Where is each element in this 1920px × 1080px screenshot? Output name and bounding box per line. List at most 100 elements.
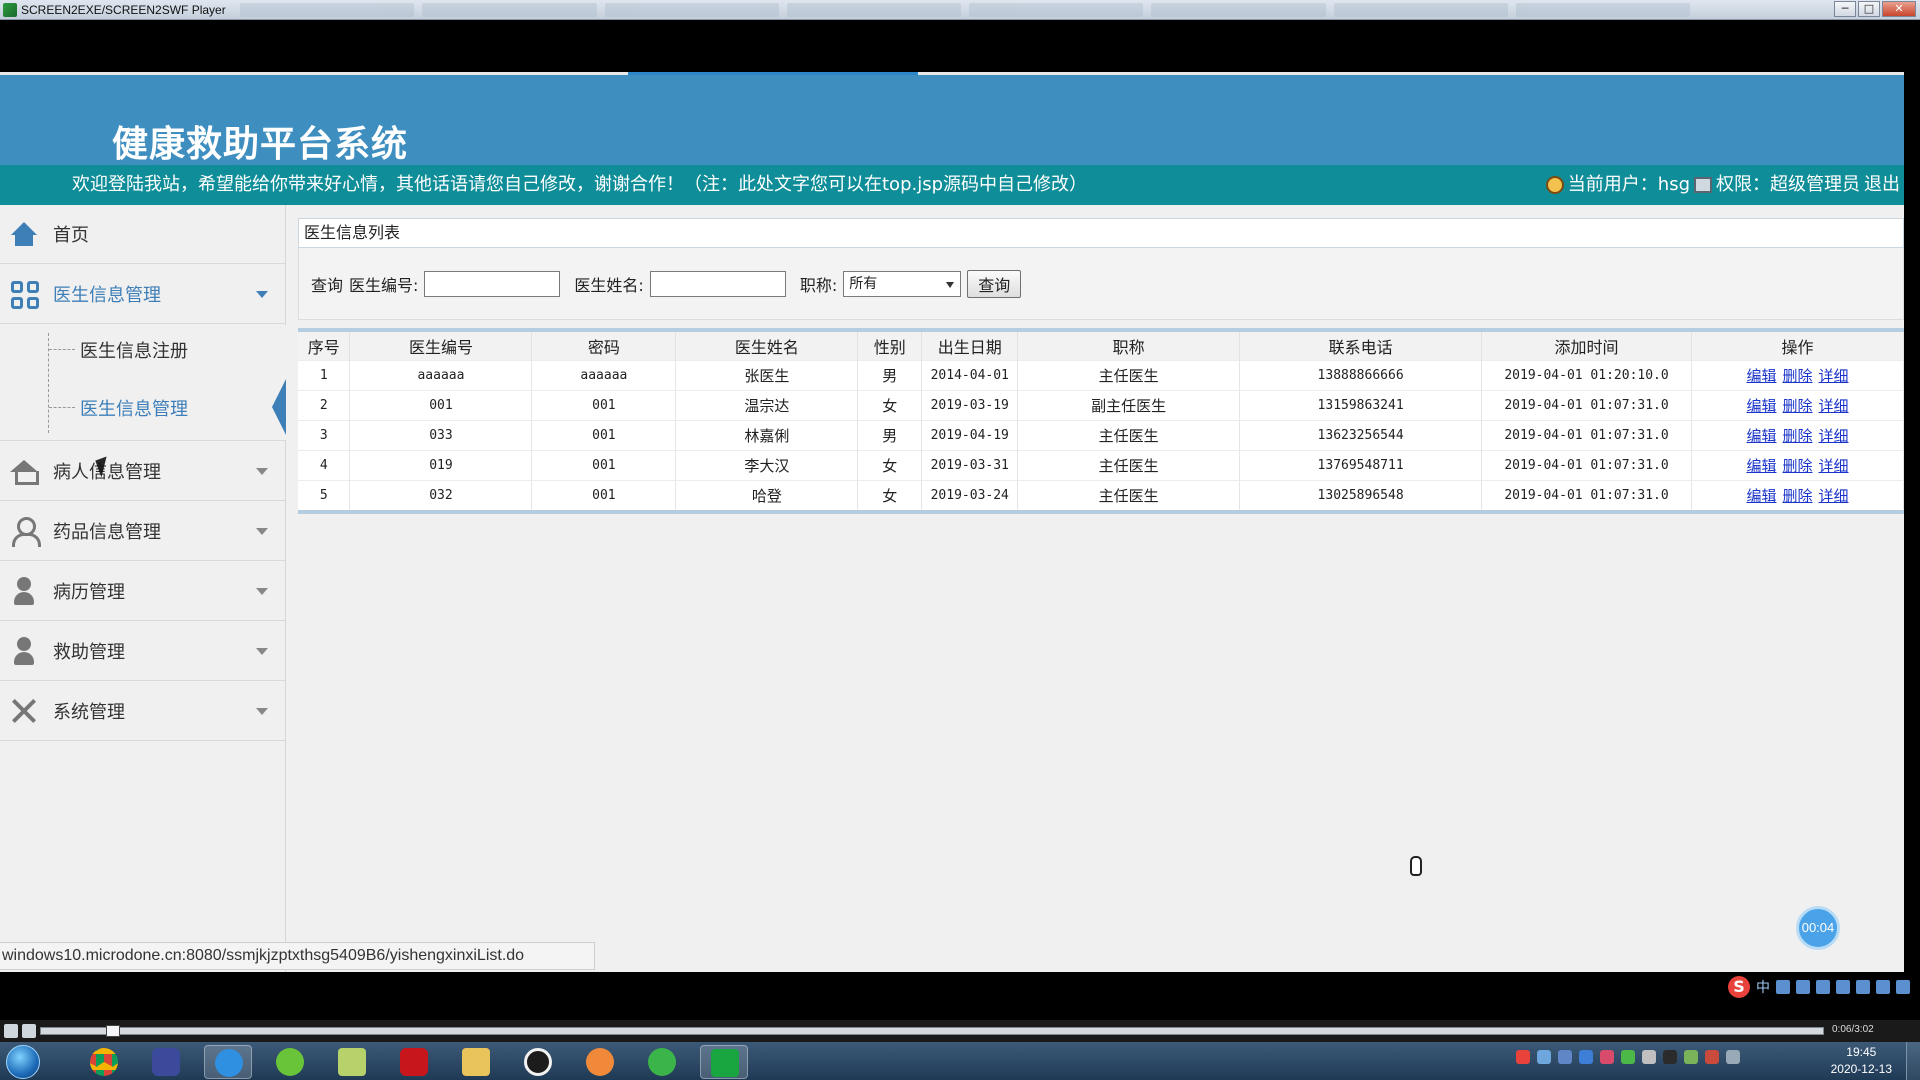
tray-nvidia-icon[interactable] (1684, 1050, 1698, 1064)
wechat-taskbar-icon[interactable] (638, 1045, 686, 1079)
delete-link[interactable]: 删除 (1782, 427, 1812, 445)
stop-button[interactable] (22, 1024, 36, 1038)
pause-button[interactable] (4, 1024, 18, 1038)
site-header: 健康救助平台系统 (0, 75, 1904, 165)
submenu-doctor-management[interactable]: 医生信息管理 (80, 395, 188, 421)
close-button[interactable]: ✕ (1882, 1, 1916, 17)
seek-thumb[interactable] (106, 1025, 120, 1037)
edit-link[interactable]: 编辑 (1746, 367, 1776, 385)
start-button-icon[interactable] (6, 1045, 40, 1079)
clock-time: 19:45 (1846, 1045, 1877, 1059)
chrome-taskbar-icon[interactable] (80, 1045, 128, 1079)
tray-wechat-icon[interactable] (1621, 1050, 1635, 1064)
ime-punct-icon[interactable] (1776, 980, 1790, 994)
detail-link[interactable]: 详细 (1819, 487, 1849, 505)
sogou-ime-icon[interactable]: S (1728, 976, 1750, 998)
title-select[interactable]: 所有 (843, 270, 962, 297)
detail-link[interactable]: 详细 (1819, 367, 1849, 385)
search-button[interactable]: 查询 (967, 269, 1022, 298)
ime-mic-icon[interactable] (1816, 980, 1830, 994)
explorer-taskbar-icon[interactable] (452, 1045, 500, 1079)
sidebar-item-patient-management[interactable]: 病人信息管理 (0, 442, 286, 501)
cell-added-time: 2019-04-01 01:20:10.0 (1481, 359, 1692, 390)
tray-display-icon[interactable] (1726, 1050, 1740, 1064)
cell-doctor-no: aaaaaa (349, 359, 533, 390)
cell-phone: 13623256544 (1239, 419, 1483, 450)
cell-operations: 编辑 删除 详细 (1691, 389, 1904, 420)
ime-emoji-icon[interactable] (1796, 980, 1810, 994)
cell-doctor-name: 温宗达 (675, 389, 859, 420)
player-taskbar-icon[interactable] (700, 1045, 748, 1079)
doctor-no-input[interactable] (424, 270, 561, 297)
show-desktop-button[interactable] (1906, 1042, 1920, 1080)
taskbar-clock[interactable]: 19:45 2020-12-13 (1831, 1044, 1892, 1078)
logout-link[interactable]: 退出 (1864, 165, 1900, 205)
qq-taskbar-icon[interactable] (514, 1045, 562, 1079)
submenu-doctor-register[interactable]: 医生信息注册 (80, 337, 188, 363)
tray-app-icon[interactable] (1600, 1050, 1614, 1064)
tray-qq-icon[interactable] (1663, 1050, 1677, 1064)
cell-title: 主任医生 (1017, 419, 1241, 450)
tray-network-icon[interactable] (1537, 1050, 1551, 1064)
edit-link[interactable]: 编辑 (1746, 397, 1776, 415)
delete-link[interactable]: 删除 (1782, 367, 1812, 385)
edit-link[interactable]: 编辑 (1746, 487, 1776, 505)
detail-link[interactable]: 详细 (1819, 427, 1849, 445)
cell-doctor-no: 001 (349, 389, 533, 420)
files-taskbar-icon[interactable] (142, 1045, 190, 1079)
tray-sogou-icon[interactable] (1516, 1050, 1530, 1064)
sidebar-item-aid-management[interactable]: 救助管理 (0, 622, 286, 681)
doctor-name-input[interactable] (649, 270, 786, 297)
notice-bar: 欢迎登陆我站，希望能给你带来好心情，其他话语请您自己修改，谢谢合作！（注：此处文… (0, 165, 1904, 205)
column-header: 性别 (857, 332, 923, 360)
cell-added-time: 2019-04-01 01:07:31.0 (1481, 419, 1692, 450)
cell-birth-date: 2019-04-19 (921, 419, 1019, 450)
edit-link[interactable]: 编辑 (1746, 457, 1776, 475)
minimize-button[interactable]: ─ (1834, 1, 1856, 17)
permission-label: 权限：超级管理员 (1716, 174, 1860, 195)
ime-toolbar: S 中 (1720, 973, 1920, 1001)
cell-operations: 编辑 删除 详细 (1691, 419, 1904, 450)
tray-speaker-icon[interactable] (1705, 1050, 1719, 1064)
cell-password: 001 (531, 479, 677, 510)
window-title: SCREEN2EXE/SCREEN2SWF Player (21, 2, 226, 17)
sidebar-item-system-management[interactable]: 系统管理 (0, 682, 286, 741)
cell-gender: 男 (857, 359, 923, 390)
ime-keyboard-icon[interactable] (1836, 980, 1850, 994)
detail-link[interactable]: 详细 (1819, 457, 1849, 475)
ime-user-icon[interactable] (1856, 980, 1870, 994)
column-header: 医生姓名 (675, 332, 859, 360)
sidebar-item-home[interactable]: 首页 (0, 205, 286, 264)
green-app-taskbar-icon[interactable] (266, 1045, 314, 1079)
flash-taskbar-icon[interactable] (390, 1045, 438, 1079)
sidebar-item-label: 药品信息管理 (53, 522, 161, 543)
player-time: 0:06/3:02 (1832, 1024, 1874, 1035)
sidebar-item-medicine-management[interactable]: 药品信息管理 (0, 502, 286, 561)
delete-link[interactable]: 删除 (1782, 397, 1812, 415)
table-row: 1 aaaaaa aaaaaa 张医生 男 2014-04-01 主任医生 13… (298, 359, 1904, 390)
tools-icon (9, 696, 39, 726)
ime-skin-icon[interactable] (1876, 980, 1890, 994)
browser-viewport: 健康救助平台系统 欢迎登陆我站，希望能给你带来好心情，其他话语请您自己修改，谢谢… (0, 72, 1904, 972)
delete-link[interactable]: 删除 (1782, 487, 1812, 505)
column-header: 操作 (1691, 332, 1904, 360)
seek-track[interactable] (40, 1027, 1824, 1035)
cell-password: 001 (531, 419, 677, 450)
window-controls: ─ □ ✕ (1834, 1, 1916, 17)
detail-link[interactable]: 详细 (1819, 397, 1849, 415)
ime-menu-icon[interactable] (1896, 980, 1910, 994)
player-seekbar: 0:06/3:02 (0, 1020, 1920, 1042)
edit-link[interactable]: 编辑 (1746, 427, 1776, 445)
tray-shield-icon[interactable] (1558, 1050, 1572, 1064)
audio-taskbar-icon[interactable] (576, 1045, 624, 1079)
browser-taskbar-icon[interactable] (204, 1045, 252, 1079)
ime-language[interactable]: 中 (1756, 977, 1770, 997)
notepad-taskbar-icon[interactable] (328, 1045, 376, 1079)
delete-link[interactable]: 删除 (1782, 457, 1812, 475)
sidebar-item-doctor-management[interactable]: 医生信息管理 (0, 265, 286, 324)
tray-volume-icon[interactable] (1642, 1050, 1656, 1064)
maximize-button[interactable]: □ (1858, 1, 1880, 17)
sidebar-item-records-management[interactable]: 病历管理 (0, 562, 286, 621)
column-header: 序号 (298, 332, 351, 360)
tray-security-icon[interactable] (1579, 1050, 1593, 1064)
